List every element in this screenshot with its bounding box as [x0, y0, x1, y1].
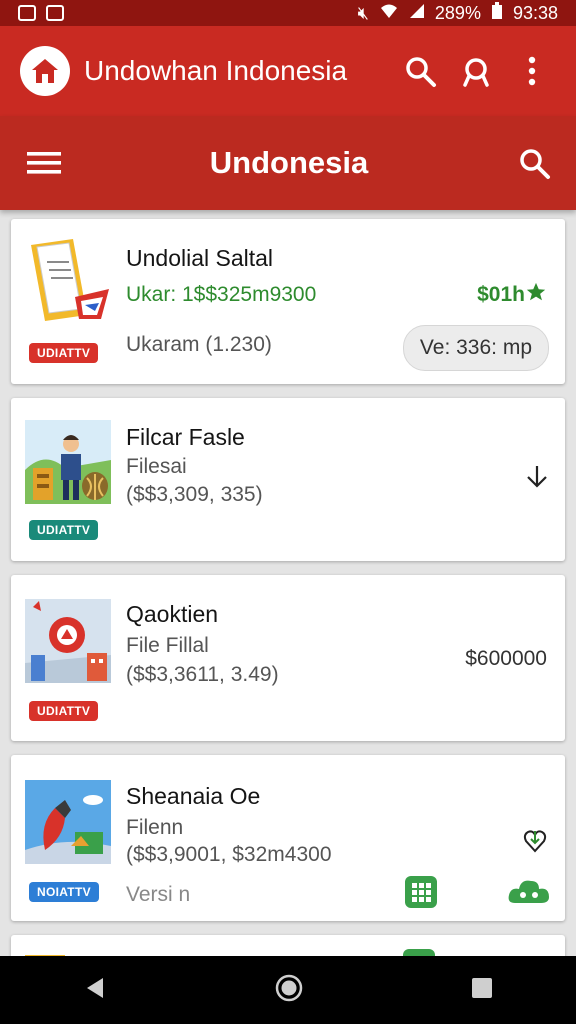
section-search-button[interactable]: [506, 135, 562, 191]
item-price: $01h: [477, 283, 525, 306]
item-subtitle: Ukar: 1$$325m9300: [126, 283, 317, 306]
grid-app-icon[interactable]: [404, 875, 438, 914]
back-button[interactable]: [83, 976, 107, 1005]
app-list: UDIATTV Undolial Saltal Ukar: 1$$325m930…: [11, 219, 565, 989]
item-detail: ($$3,3611, 3.49): [126, 663, 279, 686]
menu-button[interactable]: [16, 135, 72, 191]
search-icon: [520, 149, 550, 179]
gallery-icon: [46, 5, 64, 21]
recents-button[interactable]: [471, 977, 493, 1004]
item-version: Versi n: [126, 883, 191, 906]
battery-icon: [491, 1, 503, 25]
person-icon: [25, 420, 111, 504]
item-detail: ($$3,309, 335): [126, 483, 263, 506]
item-subtitle: Filenn: [126, 816, 184, 839]
item-title: Undolial Saltal: [126, 245, 274, 271]
account-icon: [463, 58, 489, 87]
sub-toolbar: Undonesia: [0, 116, 576, 210]
app-logo-icon[interactable]: [20, 46, 70, 96]
list-item[interactable]: UDIATTV Qaoktien File Fillal ($$3,3611, …: [11, 575, 565, 741]
item-subtitle: File Fillal: [126, 634, 209, 657]
app-title: Undowhan Indonesia: [84, 55, 348, 86]
list-item[interactable]: UDIATTV Filcar Fasle Filesai ($$3,309, 3…: [11, 398, 565, 561]
list-item[interactable]: UDIATTV Undolial Saltal Ukar: 1$$325m930…: [11, 219, 565, 384]
battery-level: 289%: [434, 2, 481, 23]
account-button[interactable]: [448, 43, 504, 99]
signal-icon: [409, 3, 425, 24]
back-icon: [87, 977, 104, 998]
status-badge: UDIATTV: [29, 520, 99, 540]
wifi-icon: [379, 3, 399, 24]
status-badge: UDIATTV: [29, 343, 99, 363]
home-circle-icon: [275, 974, 303, 1001]
star-icon: [525, 281, 547, 308]
list-item[interactable]: NOIATTV Sheanaia Oe Filenn ($$3,9001, $3…: [11, 755, 565, 921]
cloud-icon[interactable]: [507, 877, 551, 912]
mute-icon: 🔇︎: [357, 2, 369, 23]
item-price: $600000: [465, 647, 547, 670]
clock: 93:38: [512, 2, 558, 23]
version-chip[interactable]: Ve: 336: mp: [402, 325, 549, 371]
overflow-menu-button[interactable]: [504, 43, 560, 99]
document-icon: [25, 235, 111, 321]
status-badge: NOIATTV: [29, 882, 99, 902]
status-badge: UDIATTV: [29, 701, 99, 721]
heart-download-icon[interactable]: [523, 827, 547, 858]
rocket-icon: [25, 780, 111, 864]
item-title: Filcar Fasle: [126, 424, 245, 450]
pin-map-icon: [25, 599, 111, 683]
item-subtitle: Filesai: [126, 455, 187, 478]
recents-square-icon: [471, 977, 492, 998]
search-button[interactable]: [392, 43, 448, 99]
item-title: Qaoktien: [126, 601, 219, 627]
item-title: Sheanaia Oe: [126, 783, 261, 809]
image-icon: [18, 5, 36, 21]
status-bar: 🔇︎ 289% 93:38: [0, 0, 576, 26]
hamburger-icon: [27, 152, 61, 174]
section-title: Undonesia: [209, 145, 369, 180]
app-bar: Undowhan Indonesia: [0, 26, 576, 116]
system-nav-bar: [0, 956, 576, 1024]
item-detail: ($$3,9001, $32m4300: [126, 843, 332, 866]
more-vert-icon: [528, 56, 536, 86]
search-icon: [406, 57, 436, 87]
home-button[interactable]: [274, 973, 304, 1008]
item-detail: Ukaram (1.230): [126, 333, 272, 356]
download-arrow-icon[interactable]: [525, 464, 549, 495]
